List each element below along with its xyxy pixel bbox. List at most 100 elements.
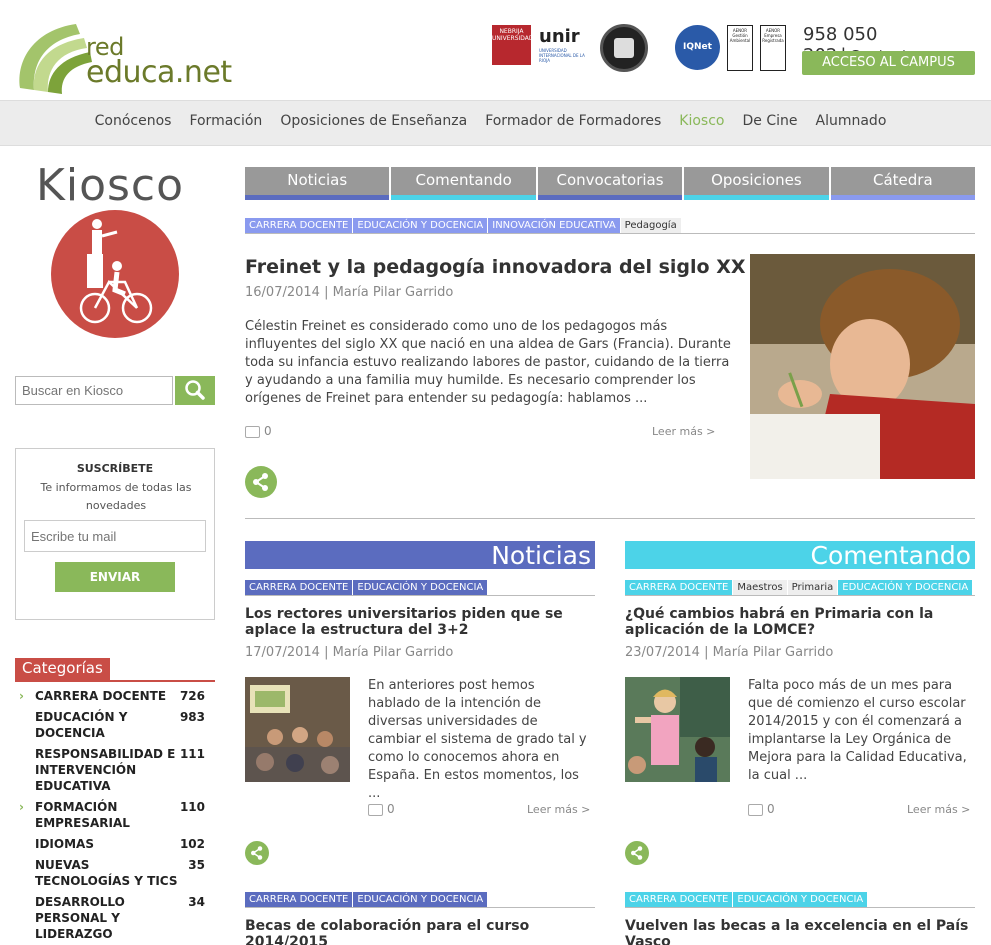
subscribe-email-input[interactable] (24, 520, 206, 552)
nebrija-logo[interactable]: NEBRIJA UNIVERSIDAD (492, 25, 534, 65)
featured-post-author: María Pilar Garrido (332, 285, 454, 300)
nav-item[interactable]: Kiosco (670, 113, 733, 129)
meta-separator: | (704, 645, 713, 660)
post-tag[interactable]: EDUCACIÓN Y DOCENCIA (353, 218, 488, 234)
post-tag[interactable]: CARRERA DOCENTE (245, 892, 353, 908)
chevron-right-icon: › (19, 800, 24, 814)
search-button[interactable] (175, 376, 215, 405)
post-tag[interactable]: CARRERA DOCENTE (245, 580, 353, 596)
featured-post-meta: 16/07/2014 | María Pilar Garrido (245, 285, 453, 300)
noticias-section-header[interactable]: Noticias (245, 541, 595, 570)
comment-icon (368, 803, 383, 816)
noticias-next-divider (245, 907, 595, 908)
category-item[interactable]: › FORMACIÓN EMPRESARIAL 110 (15, 799, 215, 831)
unir-logo[interactable]: unir UNIVERSIDAD INTERNACIONAL DE LA RIO… (539, 28, 595, 64)
comentando-post-author: María Pilar Garrido (712, 645, 834, 660)
featured-comment-count: 0 (264, 424, 272, 438)
iqnet-logo[interactable]: IQNet (675, 25, 720, 70)
post-tag[interactable]: EDUCACIÓN Y DOCENCIA (353, 580, 488, 596)
post-tag[interactable]: Primaria (787, 580, 838, 596)
comentando-read-more-link[interactable]: Leer más > (907, 803, 970, 816)
category-item[interactable]: › CARRERA DOCENTE 726 (15, 688, 215, 704)
category-name: IDIOMAS (35, 837, 94, 851)
categories-header: Categorías (15, 658, 215, 682)
aenor-registrada-text: AENOR Empresa Registrada (762, 28, 784, 43)
post-tag[interactable]: INNOVACIÓN EDUCATIVA (488, 218, 620, 234)
category-name: NUEVAS TECNOLOGÍAS Y TICS (35, 858, 178, 888)
tab-3[interactable]: Convocatorias (537, 167, 683, 200)
comentando-post-meta: 23/07/2014 | María Pilar Garrido (625, 645, 833, 660)
tab-5[interactable]: Cátedra (830, 167, 976, 200)
featured-comments[interactable]: 0 (245, 424, 272, 438)
share-icon[interactable] (245, 466, 277, 498)
noticias-post-author: María Pilar Garrido (332, 645, 454, 660)
nav-item[interactable]: De Cine (734, 113, 807, 129)
nav-item[interactable]: Oposiciones de Enseñanza (271, 113, 476, 129)
nav-item[interactable]: Conócenos (86, 113, 181, 129)
category-name: CARRERA DOCENTE (35, 689, 167, 703)
category-item[interactable]: RESPONSABILIDAD E INTERVENCIÓN EDUCATIVA… (15, 746, 215, 794)
logo-mark-icon (19, 24, 92, 94)
comentando-next-tags: CARRERA DOCENTE EDUCACIÓN Y DOCENCIA (625, 892, 868, 908)
noticias-post-comments[interactable]: 0 (368, 802, 395, 816)
noticias-post-tags: CARRERA DOCENTE EDUCACIÓN Y DOCENCIA (245, 580, 488, 596)
comentando-next-title[interactable]: Vuelven las becas a la excelencia en el … (625, 918, 975, 945)
nav-item[interactable]: Alumnado (807, 113, 896, 129)
share-icon[interactable] (625, 841, 649, 865)
campus-access-button[interactable]: ACCESO AL CAMPUS (802, 51, 975, 75)
post-tag[interactable]: EDUCACIÓN Y DOCENCIA (733, 892, 868, 908)
category-item[interactable]: IDIOMAS 102 (15, 836, 215, 852)
category-count: 111 (179, 747, 205, 761)
share-icon[interactable] (245, 841, 269, 865)
post-tag[interactable]: CARRERA DOCENTE (625, 580, 733, 596)
comentando-post-tags: CARRERA DOCENTE Maestros Primaria EDUCACIÓN… (625, 580, 973, 596)
post-tag[interactable]: EDUCACIÓN Y DOCENCIA (353, 892, 488, 908)
category-name: EDUCACIÓN Y DOCENCIA (35, 710, 128, 740)
comentando-tags-divider (625, 595, 975, 596)
post-tag[interactable]: CARRERA DOCENTE (245, 218, 353, 234)
noticias-next-tags: CARRERA DOCENTE EDUCACIÓN Y DOCENCIA (245, 892, 488, 908)
featured-post-date: 16/07/2014 (245, 285, 320, 300)
aenor-ambiental-logo[interactable]: AENOR Gestión Ambiental (727, 25, 753, 71)
categories-label: Categorías (15, 658, 110, 680)
unir-logo-subtext: UNIVERSIDAD INTERNACIONAL DE LA RIOJA (539, 48, 585, 63)
tab-1[interactable]: Noticias (245, 167, 390, 200)
featured-read-more-link[interactable]: Leer más > (652, 425, 715, 438)
featured-divider (245, 518, 975, 519)
tab-4[interactable]: Oposiciones (684, 167, 829, 200)
category-item[interactable]: EDUCACIÓN Y DOCENCIA 983 (15, 709, 215, 741)
featured-post-title[interactable]: Freinet y la pedagogía innovadora del si… (245, 256, 746, 278)
post-tag[interactable]: Maestros (733, 580, 787, 596)
category-item[interactable]: DESARROLLO PERSONAL Y LIDERAZGO 34 (15, 894, 215, 942)
kiosco-search-input[interactable] (15, 376, 173, 405)
chevron-right-icon: › (19, 689, 24, 703)
seal-logo-icon[interactable] (600, 24, 648, 72)
comentando-post-comments[interactable]: 0 (748, 802, 775, 816)
category-count: 102 (179, 837, 205, 851)
noticias-read-more-link[interactable]: Leer más > (527, 803, 590, 816)
aenor-registrada-logo[interactable]: AENOR Empresa Registrada (760, 25, 786, 71)
featured-post-image[interactable] (750, 254, 975, 479)
nav-item[interactable]: Formador de Formadores (476, 113, 670, 129)
noticias-comment-count: 0 (387, 802, 395, 816)
featured-post-excerpt: Célestin Freinet es considerado como uno… (245, 319, 731, 406)
subscribe-send-button[interactable]: ENVIAR (55, 562, 175, 592)
comentando-next-divider (625, 907, 975, 908)
noticias-next-title[interactable]: Becas de colaboración para el curso 2014… (245, 918, 595, 945)
post-tag[interactable]: EDUCACIÓN Y DOCENCIA (838, 580, 973, 596)
post-tag[interactable]: Pedagogía (620, 218, 681, 234)
site-logo[interactable]: red educa.net (14, 10, 232, 96)
kiosco-bicycle-icon (51, 210, 179, 338)
comentando-post-thumbnail[interactable] (625, 677, 730, 782)
category-list: › CARRERA DOCENTE 726 EDUCACIÓN Y DOCENCIA 9… (15, 688, 215, 945)
post-tag[interactable]: CARRERA DOCENTE (625, 892, 733, 908)
noticias-post-date: 17/07/2014 (245, 645, 320, 660)
noticias-post-title[interactable]: Los rectores universitarios piden que se… (245, 606, 595, 638)
category-item[interactable]: NUEVAS TECNOLOGÍAS Y TICS 35 (15, 857, 215, 889)
comentando-post-title[interactable]: ¿Qué cambios habrá en Primaria con la ap… (625, 606, 975, 638)
nav-item[interactable]: Formación (180, 113, 271, 129)
tab-2[interactable]: Comentando (391, 167, 536, 200)
nebrija-logo-text: NEBRIJA UNIVERSIDAD (492, 28, 534, 42)
noticias-post-thumbnail[interactable] (245, 677, 350, 782)
comentando-section-header[interactable]: Comentando (625, 541, 975, 570)
